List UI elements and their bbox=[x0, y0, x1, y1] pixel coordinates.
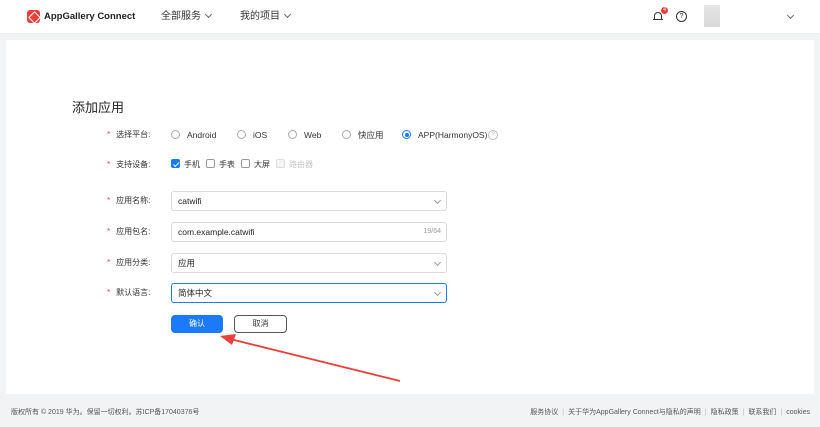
platform-radio-ios[interactable]: iOS bbox=[237, 129, 267, 141]
package-name-input[interactable]: com.example.catwifi 19/64 bbox=[171, 222, 447, 242]
platform-option-label: Android bbox=[187, 130, 217, 140]
devices-label-text: 支持设备: bbox=[116, 160, 151, 169]
required-marker: * bbox=[107, 288, 111, 297]
chevron-down-icon bbox=[204, 10, 213, 19]
chevron-down-icon bbox=[283, 10, 292, 19]
platform-radio-harmonyos[interactable]: APP(HarmonyOS) bbox=[402, 129, 487, 141]
radio-selected-icon bbox=[402, 130, 411, 139]
separator: | bbox=[742, 409, 745, 416]
platform-option-label: iOS bbox=[253, 130, 268, 140]
notification-badge: 4 bbox=[661, 7, 668, 14]
chevron-down-icon bbox=[433, 288, 442, 297]
char-counter: 19/64 bbox=[423, 228, 441, 235]
app-name-label-text: 应用名称: bbox=[116, 196, 151, 205]
platform-option-label: Web bbox=[304, 130, 322, 140]
footer-link-contact[interactable]: 联系我们 bbox=[748, 409, 776, 416]
device-checkbox-screen[interactable]: 大屏 bbox=[241, 159, 270, 171]
checkbox-icon bbox=[241, 159, 250, 168]
required-marker: * bbox=[107, 227, 111, 236]
user-menu-chevron-icon[interactable] bbox=[786, 11, 795, 20]
platform-option-label: 快应用 bbox=[358, 130, 384, 140]
package-name-label-text: 应用包名: bbox=[116, 227, 151, 236]
devices-label: * 支持设备: bbox=[107, 159, 150, 171]
platform-option-label: APP(HarmonyOS) bbox=[418, 130, 488, 140]
nav-all-services-label: 全部服务 bbox=[161, 11, 201, 22]
separator: | bbox=[562, 409, 565, 416]
device-option-label: 手机 bbox=[184, 160, 200, 169]
device-checkbox-watch[interactable]: 手表 bbox=[206, 159, 235, 171]
category-select[interactable]: 应用 bbox=[171, 253, 447, 273]
radio-circle-icon bbox=[171, 130, 180, 139]
copyright-text: 版权所有 © 2019 华为。保留一切权利。苏ICP备17040376号 bbox=[11, 409, 200, 416]
category-label: * 应用分类: bbox=[107, 257, 150, 269]
platform-radio-quickapp[interactable]: 快应用 bbox=[342, 129, 384, 141]
platform-label: * 选择平台: bbox=[107, 129, 150, 141]
top-bar: AppGallery Connect 全部服务 我的项目 4 ? bbox=[0, 0, 820, 34]
avatar[interactable] bbox=[704, 5, 720, 27]
checkbox-disabled-icon bbox=[276, 159, 285, 168]
footer-link-terms[interactable]: 服务协议 bbox=[530, 409, 558, 416]
cancel-button[interactable]: 取消 bbox=[234, 315, 287, 333]
category-label-text: 应用分类: bbox=[116, 258, 151, 267]
device-option-label: 手表 bbox=[219, 160, 235, 169]
checkbox-checked-icon bbox=[171, 159, 180, 168]
brand-title[interactable]: AppGallery Connect bbox=[44, 10, 135, 23]
nav-all-services[interactable]: 全部服务 bbox=[161, 10, 213, 24]
radio-circle-icon bbox=[237, 130, 246, 139]
separator: | bbox=[780, 409, 783, 416]
category-value: 应用 bbox=[178, 258, 196, 268]
footer-link-privacy-statement[interactable]: 关于华为AppGallery Connect与隐私的声明 bbox=[568, 409, 701, 416]
app-name-label: * 应用名称: bbox=[107, 195, 150, 207]
confirm-button[interactable]: 确认 bbox=[171, 315, 223, 333]
radio-circle-icon bbox=[288, 130, 297, 139]
checkbox-icon bbox=[206, 159, 215, 168]
device-option-label: 大屏 bbox=[254, 160, 270, 169]
platform-radio-web[interactable]: Web bbox=[288, 129, 321, 141]
main-card bbox=[6, 40, 814, 394]
chevron-down-icon bbox=[433, 196, 442, 205]
appgallery-logo-icon[interactable] bbox=[27, 10, 40, 23]
chevron-down-icon bbox=[433, 258, 442, 267]
app-name-value: catwifi bbox=[178, 196, 202, 206]
platform-radio-android[interactable]: Android bbox=[171, 129, 216, 141]
package-name-value: com.example.catwifi bbox=[178, 227, 255, 237]
page-title: 添加应用 bbox=[72, 100, 125, 115]
language-select[interactable]: 简体中文 bbox=[171, 283, 447, 303]
language-label-text: 默认语言: bbox=[116, 288, 151, 297]
device-option-label: 路由器 bbox=[289, 160, 313, 169]
language-label: * 默认语言: bbox=[107, 287, 150, 299]
platform-label-text: 选择平台: bbox=[116, 130, 151, 139]
nav-my-projects-label: 我的项目 bbox=[240, 11, 280, 22]
footer: 版权所有 © 2019 华为。保留一切权利。苏ICP备17040376号 服务协… bbox=[0, 398, 820, 427]
required-marker: * bbox=[107, 196, 111, 205]
platform-help-icon[interactable]: ? bbox=[488, 130, 498, 140]
footer-link-cookies[interactable]: cookies bbox=[786, 409, 810, 416]
language-value: 简体中文 bbox=[178, 288, 213, 298]
required-marker: * bbox=[107, 258, 111, 267]
footer-links: 服务协议 | 关于华为AppGallery Connect与隐私的声明 | 隐私政策 | 联… bbox=[530, 407, 810, 417]
footer-link-privacy-policy[interactable]: 隐私政策 bbox=[711, 409, 739, 416]
required-marker: * bbox=[107, 160, 111, 169]
device-checkbox-router: 路由器 bbox=[276, 159, 313, 171]
separator: | bbox=[704, 409, 707, 416]
required-marker: * bbox=[107, 130, 111, 139]
nav-my-projects[interactable]: 我的项目 bbox=[240, 10, 292, 24]
help-icon[interactable]: ? bbox=[676, 11, 687, 22]
radio-circle-icon bbox=[342, 130, 351, 139]
device-checkbox-phone[interactable]: 手机 bbox=[171, 159, 200, 171]
package-name-label: * 应用包名: bbox=[107, 226, 150, 238]
app-name-select[interactable]: catwifi bbox=[171, 191, 447, 211]
